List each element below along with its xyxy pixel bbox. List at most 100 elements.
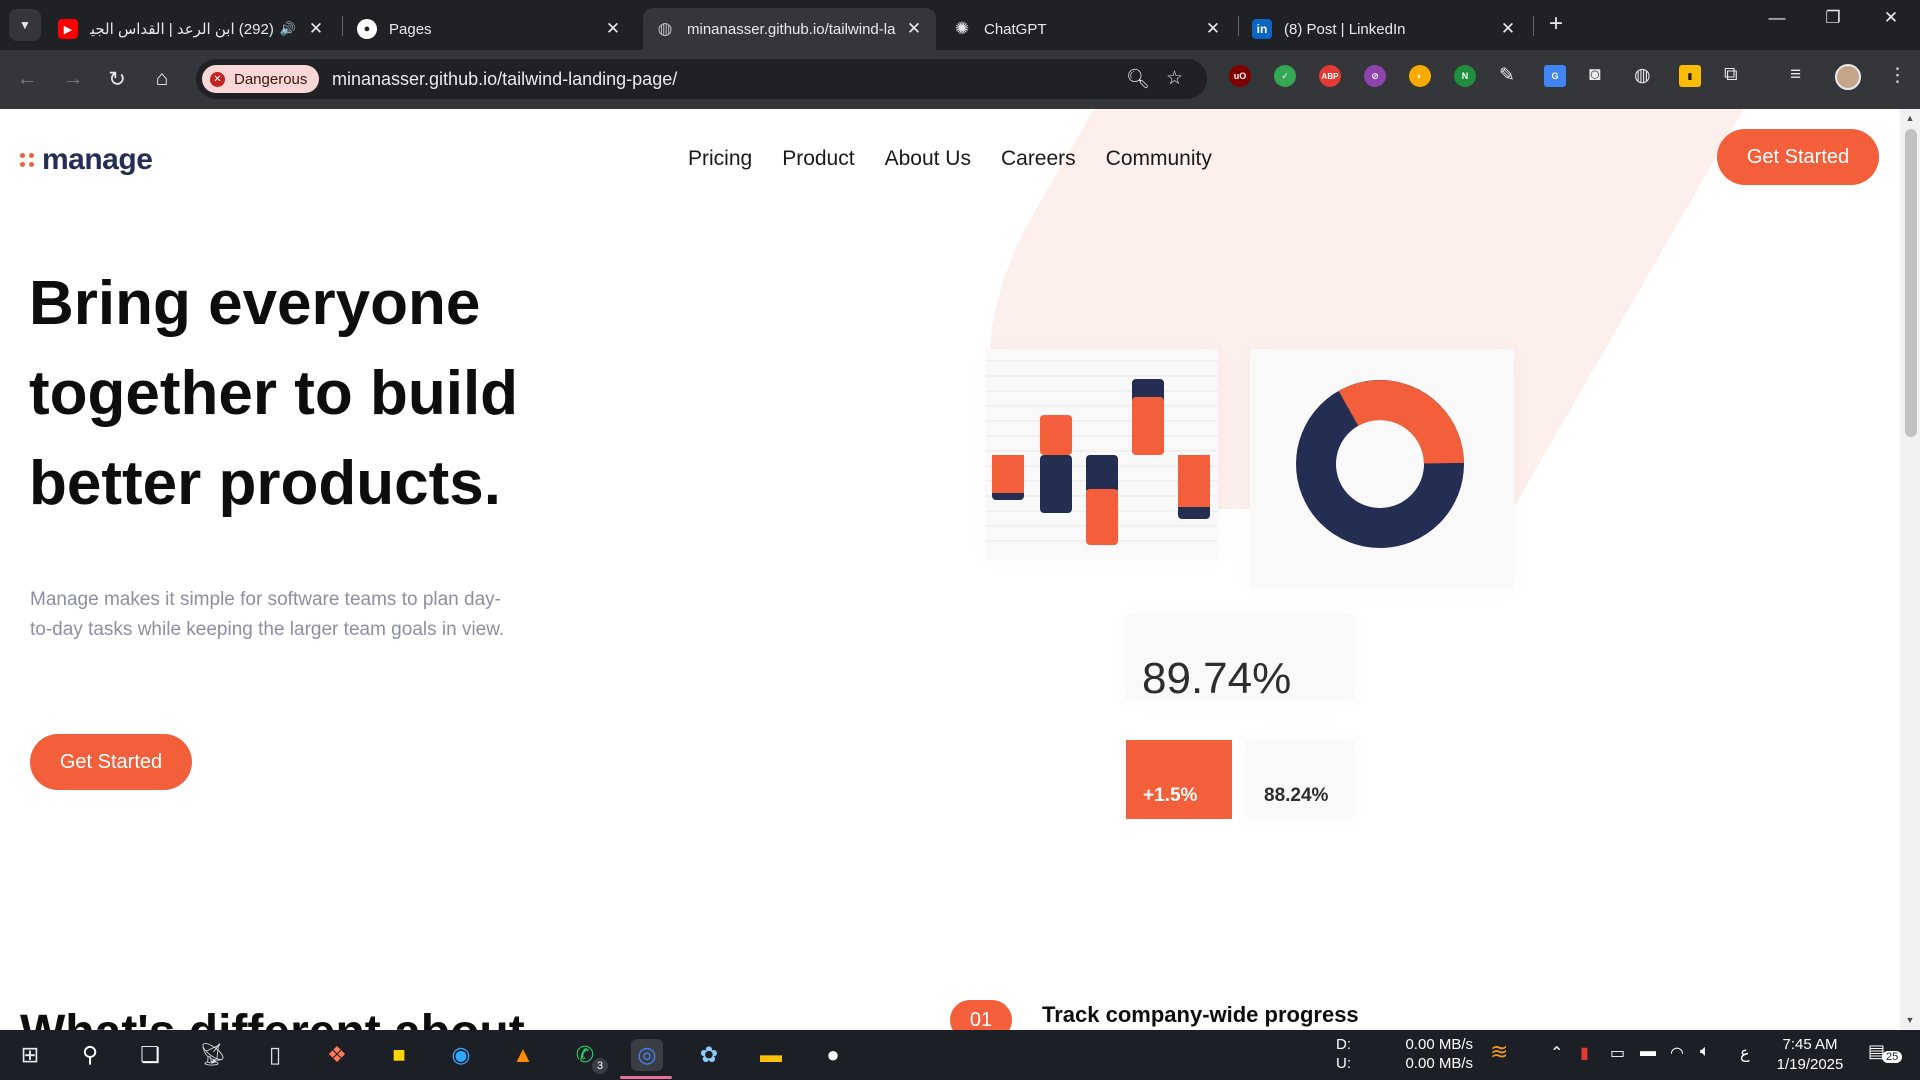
url-text[interactable]: minanasser.github.io/tailwind-landing-pa… bbox=[332, 69, 677, 90]
scroll-up-arrow-icon[interactable]: ▲ bbox=[1900, 113, 1920, 123]
bar-chart-card bbox=[986, 349, 1218, 559]
close-icon[interactable]: ✕ bbox=[603, 19, 623, 39]
headline-line: Bring everyone bbox=[29, 269, 481, 338]
sticky-notes-icon[interactable]: ■ bbox=[383, 1039, 415, 1071]
speaker-icon[interactable]: 🔊 bbox=[280, 21, 296, 37]
media-control-icon[interactable]: ≡ bbox=[1790, 64, 1801, 86]
nav-pricing[interactable]: Pricing bbox=[688, 147, 752, 171]
abp-icon[interactable]: ABP bbox=[1319, 65, 1341, 87]
tab-active[interactable]: ◍ minanasser.github.io/tailwind-la ✕ bbox=[643, 8, 936, 50]
avatar[interactable] bbox=[1835, 64, 1861, 90]
tab-pages[interactable]: ● Pages ✕ bbox=[345, 8, 635, 50]
close-icon[interactable]: ✕ bbox=[306, 19, 326, 39]
ublock-icon[interactable]: uO bbox=[1229, 65, 1251, 87]
home-button[interactable]: ⌂ bbox=[145, 62, 179, 96]
n-icon[interactable]: N bbox=[1454, 65, 1476, 87]
headline-line: together to build bbox=[29, 359, 519, 428]
danger-icon: ✕ bbox=[210, 71, 225, 87]
nav-careers[interactable]: Careers bbox=[1001, 147, 1076, 171]
clock[interactable]: 7:45 AM 1/19/2025 bbox=[1772, 1035, 1848, 1075]
github-desktop-icon[interactable]: ● bbox=[817, 1039, 849, 1071]
tab-youtube[interactable]: ▶ (292) ابن الرعد | القداس الجيد 🔊 ✕ bbox=[46, 8, 338, 50]
chrome-icon[interactable]: ◎ bbox=[631, 1039, 663, 1071]
chevron-up-icon[interactable]: ⌃ bbox=[1550, 1043, 1563, 1063]
site-logo[interactable]: manage bbox=[20, 143, 153, 177]
donut-chart-illustration bbox=[1296, 380, 1464, 548]
camera-tray-icon[interactable]: ▭ bbox=[1610, 1043, 1625, 1063]
taskbar: ⊞ ⚲ ❏ 📡︎ ▯ ❖ ■ ◉ ▲ ✆ 3 ◎ ✿ ▬ ● D: U: 0.0… bbox=[0, 1030, 1920, 1080]
layers-app-icon[interactable]: ≋ bbox=[1490, 1039, 1508, 1065]
menu-kebab-icon[interactable]: ⋮ bbox=[1888, 64, 1907, 87]
close-icon[interactable]: ✕ bbox=[1498, 19, 1518, 39]
wifi-icon[interactable]: ◠ bbox=[1670, 1043, 1684, 1063]
tab-linkedin[interactable]: in (8) Post | LinkedIn ✕ bbox=[1240, 8, 1530, 50]
tab-chatgpt[interactable]: ✺ ChatGPT ✕ bbox=[940, 8, 1235, 50]
logo-text: manage bbox=[42, 143, 153, 176]
whatsapp-badge: 3 bbox=[592, 1058, 608, 1074]
satellite-app-icon[interactable]: 📡︎ bbox=[197, 1039, 229, 1071]
globe-icon[interactable]: ◍ bbox=[1634, 64, 1651, 87]
get-started-button-hero[interactable]: Get Started bbox=[30, 734, 192, 790]
close-icon[interactable]: ✕ bbox=[1203, 19, 1223, 39]
language-indicator[interactable]: ع bbox=[1740, 1043, 1750, 1063]
youtube-icon: ▶ bbox=[58, 19, 78, 39]
active-app-indicator bbox=[620, 1076, 672, 1079]
tag-icon[interactable]: ▮ bbox=[1679, 65, 1701, 87]
notification-center-button[interactable]: ▤ 25 bbox=[1868, 1041, 1904, 1069]
hero-description: Manage makes it simple for software team… bbox=[30, 589, 505, 640]
upload-label: U: bbox=[1336, 1055, 1351, 1072]
scrollbar-thumb[interactable] bbox=[1905, 129, 1917, 437]
google-icon[interactable]: ◐ bbox=[1409, 65, 1431, 87]
close-window-icon[interactable]: ✕ bbox=[1876, 8, 1906, 28]
zoom-icon[interactable]: 🔍︎ bbox=[1126, 67, 1150, 91]
close-icon[interactable]: ✕ bbox=[904, 19, 924, 39]
copilot-icon[interactable]: ❖ bbox=[321, 1039, 353, 1071]
tab-bar: ▼ ▶ (292) ابن الرعد | القداس الجيد 🔊 ✕ ●… bbox=[0, 0, 1920, 50]
bar-chart-illustration bbox=[986, 360, 1218, 545]
time-text: 7:45 AM bbox=[1782, 1036, 1838, 1053]
tab-title: Pages bbox=[389, 20, 432, 38]
compass-icon[interactable]: ⊘ bbox=[1364, 65, 1386, 87]
restore-icon[interactable]: ❐ bbox=[1818, 8, 1848, 28]
download-speed: 0.00 MB/s bbox=[1405, 1036, 1473, 1053]
address-bar[interactable]: ✕ Dangerous minanasser.github.io/tailwin… bbox=[196, 59, 1207, 99]
document-app-icon[interactable]: ▯ bbox=[259, 1039, 291, 1071]
nav-community[interactable]: Community bbox=[1106, 147, 1212, 171]
section-heading: What's different about bbox=[20, 1005, 525, 1030]
nav-about-us[interactable]: About Us bbox=[885, 147, 971, 171]
eyedropper-icon[interactable]: ✎ bbox=[1499, 64, 1515, 87]
tab-divider bbox=[1238, 16, 1239, 36]
minimize-icon[interactable]: — bbox=[1762, 8, 1792, 28]
camera-icon[interactable]: ◙ bbox=[1589, 64, 1600, 86]
paint-app-icon[interactable]: ✿ bbox=[693, 1039, 725, 1071]
search-icon[interactable]: ⚲ bbox=[74, 1039, 106, 1071]
volume-icon[interactable]: 🔈︎ bbox=[1700, 1043, 1710, 1061]
scroll-down-arrow-icon[interactable]: ▼ bbox=[1900, 1015, 1920, 1025]
bookmark-star-icon[interactable]: ☆ bbox=[1166, 67, 1183, 90]
audio-meter-icon[interactable]: ▮ bbox=[1580, 1043, 1589, 1063]
reload-button[interactable]: ↻ bbox=[100, 62, 134, 96]
security-chip[interactable]: ✕ Dangerous bbox=[202, 65, 320, 93]
file-explorer-icon[interactable]: ▬ bbox=[755, 1039, 787, 1071]
net-values: 0.00 MB/s 0.00 MB/s bbox=[1397, 1035, 1473, 1073]
puzzle-icon[interactable]: ⧉ bbox=[1724, 64, 1738, 86]
forward-button[interactable]: → bbox=[56, 62, 90, 96]
back-button[interactable]: ← bbox=[10, 62, 44, 96]
page-scrollbar[interactable]: ▲ ▼ bbox=[1900, 109, 1920, 1030]
windows-start-icon[interactable]: ⊞ bbox=[14, 1039, 46, 1071]
headline-line: better products. bbox=[29, 449, 501, 518]
nav-product[interactable]: Product bbox=[782, 147, 854, 171]
feature-number-badge: 01 bbox=[950, 1000, 1012, 1030]
notification-count: 25 bbox=[1882, 1051, 1903, 1063]
vlc-icon[interactable]: ▲ bbox=[507, 1039, 539, 1071]
battery-icon[interactable]: ▬ bbox=[1640, 1043, 1656, 1061]
tab-search-button[interactable]: ▼ bbox=[9, 9, 41, 41]
feature-title: Track company-wide progress bbox=[1042, 1002, 1359, 1027]
shield-icon[interactable]: ✓ bbox=[1274, 65, 1296, 87]
get-started-button-header[interactable]: Get Started bbox=[1717, 129, 1879, 185]
translate-icon[interactable]: G bbox=[1544, 65, 1566, 87]
new-tab-button[interactable]: + bbox=[1544, 10, 1568, 38]
task-view-icon[interactable]: ❏ bbox=[134, 1039, 166, 1071]
edge-icon[interactable]: ◉ bbox=[445, 1039, 477, 1071]
hero-headline: Bring everyone together to build better … bbox=[29, 259, 589, 529]
